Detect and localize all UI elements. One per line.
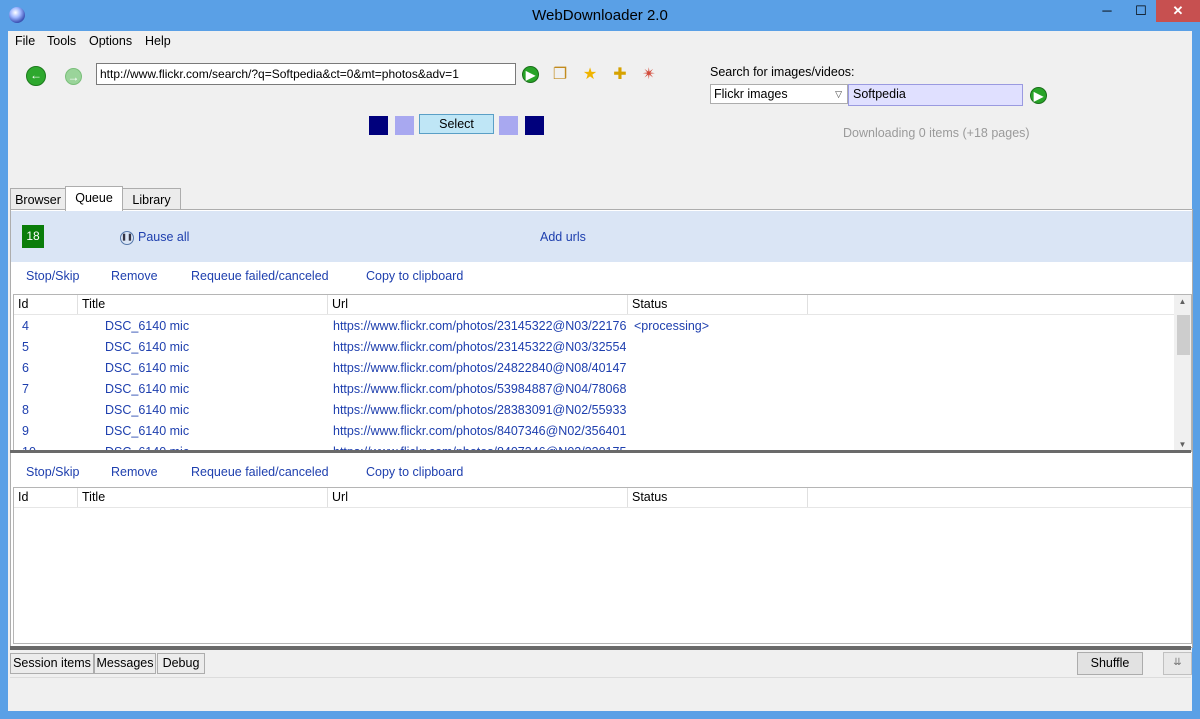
queue-panel: 18 ❚❚ Pause all Add urls Stop/Skip Remov… bbox=[10, 209, 1193, 648]
tab-library[interactable]: Library bbox=[122, 188, 181, 210]
tab-browser[interactable]: Browser bbox=[10, 188, 66, 210]
table-row[interactable]: 6 DSC_6140 mic https://www.flickr.com/phot… bbox=[14, 358, 1169, 379]
copy-clipboard-link-2[interactable]: Copy to clipboard bbox=[366, 465, 463, 479]
select-button[interactable]: Select bbox=[419, 114, 494, 134]
requeue-link-2[interactable]: Requeue failed/canceled bbox=[191, 465, 329, 479]
table-row[interactable]: 5 DSC_6140 mic https://www.flickr.com/phot… bbox=[14, 337, 1169, 358]
menu-bar: File Tools Options Help bbox=[8, 31, 1192, 51]
row-title: DSC_6140 mic bbox=[105, 340, 190, 354]
forward-arrow-icon[interactable]: → bbox=[65, 68, 82, 85]
row-url: https://www.flickr.com/photos/23145322@N… bbox=[333, 319, 627, 333]
go-icon[interactable]: ▶ bbox=[522, 66, 539, 83]
row-url: https://www.flickr.com/photos/24822840@N… bbox=[333, 361, 627, 375]
row-id: 6 bbox=[22, 361, 29, 375]
requeue-link[interactable]: Requeue failed/canceled bbox=[191, 269, 329, 283]
search-source-select[interactable]: Flickr images ▽ bbox=[710, 84, 848, 104]
menu-tools[interactable]: Tools bbox=[47, 34, 76, 48]
scroll-thumb[interactable] bbox=[1177, 315, 1190, 355]
grid-splitter[interactable] bbox=[10, 450, 1191, 453]
chevron-down-icon: ▽ bbox=[835, 89, 842, 99]
row-id: 7 bbox=[22, 382, 29, 396]
search-source-value: Flickr images bbox=[714, 87, 788, 101]
table-row[interactable]: 8 DSC_6140 mic https://www.flickr.com/phot… bbox=[14, 400, 1169, 421]
row-title: DSC_6140 mic bbox=[105, 319, 190, 333]
tab-debug[interactable]: Debug bbox=[157, 653, 205, 674]
scroll-down-icon[interactable]: ▼ bbox=[1174, 440, 1191, 449]
table-row[interactable]: 4 DSC_6140 mic https://www.flickr.com/phot… bbox=[14, 316, 1169, 337]
row-title: DSC_6140 mic bbox=[105, 361, 190, 375]
row-title: DSC_6140 mic bbox=[105, 382, 190, 396]
url-input[interactable]: http://www.flickr.com/search/?q=Softpedi… bbox=[96, 63, 516, 85]
menu-file[interactable]: File bbox=[15, 34, 35, 48]
selector-dark-right[interactable] bbox=[525, 116, 544, 135]
col-id-2[interactable]: Id bbox=[14, 488, 78, 507]
menu-help[interactable]: Help bbox=[145, 34, 171, 48]
col-status[interactable]: Status bbox=[628, 295, 808, 314]
magic-wand-icon[interactable]: ✴ bbox=[640, 66, 658, 84]
selector-light-right[interactable] bbox=[499, 116, 518, 135]
col-title[interactable]: Title bbox=[78, 295, 328, 314]
row-status: <processing> bbox=[634, 319, 710, 333]
row-id: 8 bbox=[22, 403, 29, 417]
table-row[interactable]: 7 DSC_6140 mic https://www.flickr.com/phot… bbox=[14, 379, 1169, 400]
col-status-2[interactable]: Status bbox=[628, 488, 808, 507]
col-id[interactable]: Id bbox=[14, 295, 78, 314]
row-id: 4 bbox=[22, 319, 29, 333]
col-title-2[interactable]: Title bbox=[78, 488, 328, 507]
menu-options[interactable]: Options bbox=[89, 34, 132, 48]
pause-all-link[interactable]: Pause all bbox=[138, 230, 189, 244]
row-url: https://www.flickr.com/photos/28383091@N… bbox=[333, 403, 627, 417]
collapse-icon[interactable]: ⇊ bbox=[1163, 652, 1192, 675]
download-status: Downloading 0 items (+18 pages) bbox=[843, 126, 1030, 140]
search-go-icon[interactable]: ▶ bbox=[1030, 87, 1047, 104]
back-arrow-icon[interactable]: ← bbox=[26, 66, 46, 86]
star-icon[interactable]: ★ bbox=[581, 66, 599, 84]
queue-count-badge: 18 bbox=[22, 225, 44, 248]
app-window: WebDownloader 2.0 ─ ☐ ✕ File Tools Optio… bbox=[0, 0, 1200, 719]
row-id: 5 bbox=[22, 340, 29, 354]
row-url: https://www.flickr.com/photos/8407346@N0… bbox=[333, 424, 627, 438]
copy-pages-icon[interactable]: ❐ bbox=[551, 66, 569, 84]
title-bar[interactable]: WebDownloader 2.0 ─ ☐ ✕ bbox=[0, 0, 1200, 31]
pause-icon[interactable]: ❚❚ bbox=[120, 231, 134, 245]
tab-queue[interactable]: Queue bbox=[65, 186, 123, 211]
stop-skip-link-2[interactable]: Stop/Skip bbox=[26, 465, 80, 479]
search-label: Search for images/videos: bbox=[710, 65, 855, 79]
stop-skip-link[interactable]: Stop/Skip bbox=[26, 269, 80, 283]
star-plus-icon[interactable]: ✚ bbox=[611, 66, 629, 84]
minimize-button[interactable]: ─ bbox=[1090, 0, 1124, 22]
close-button[interactable]: ✕ bbox=[1156, 0, 1200, 22]
status-bar bbox=[10, 677, 1191, 711]
selector-light-left[interactable] bbox=[395, 116, 414, 135]
search-query-input[interactable]: Softpedia bbox=[848, 84, 1023, 106]
remove-link[interactable]: Remove bbox=[111, 269, 158, 283]
shuffle-button[interactable]: Shuffle bbox=[1077, 652, 1143, 675]
col-url-2[interactable]: Url bbox=[328, 488, 628, 507]
col-url[interactable]: Url bbox=[328, 295, 628, 314]
queue-scrollbar[interactable]: ▲ ▼ bbox=[1174, 295, 1191, 451]
client-area: File Tools Options Help ← → http://www.f… bbox=[8, 31, 1193, 711]
maximize-button[interactable]: ☐ bbox=[1124, 0, 1158, 22]
bottom-splitter[interactable] bbox=[10, 646, 1191, 650]
finished-grid-header: Id Title Url Status bbox=[14, 488, 1191, 508]
row-url: https://www.flickr.com/photos/53984887@N… bbox=[333, 382, 627, 396]
scroll-up-icon[interactable]: ▲ bbox=[1174, 297, 1191, 306]
queue-grid: Id Title Url Status 4 DSC_6140 mic https:/… bbox=[13, 294, 1192, 452]
table-row[interactable]: 9 DSC_6140 mic https://www.flickr.com/phot… bbox=[14, 421, 1169, 442]
window-title: WebDownloader 2.0 bbox=[532, 7, 668, 24]
finished-grid: Id Title Url Status bbox=[13, 487, 1192, 644]
remove-link-2[interactable]: Remove bbox=[111, 465, 158, 479]
add-urls-link[interactable]: Add urls bbox=[540, 230, 586, 244]
tab-messages[interactable]: Messages bbox=[94, 653, 156, 674]
row-title: DSC_6140 mic bbox=[105, 403, 190, 417]
selector-dark-left[interactable] bbox=[369, 116, 388, 135]
row-id: 9 bbox=[22, 424, 29, 438]
copy-clipboard-link[interactable]: Copy to clipboard bbox=[366, 269, 463, 283]
row-title: DSC_6140 mic bbox=[105, 424, 190, 438]
queue-toolbar: 18 ❚❚ Pause all Add urls bbox=[11, 211, 1192, 262]
tab-session-items[interactable]: Session items bbox=[10, 653, 94, 674]
row-url: https://www.flickr.com/photos/23145322@N… bbox=[333, 340, 627, 354]
queue-grid-header: Id Title Url Status bbox=[14, 295, 1191, 315]
